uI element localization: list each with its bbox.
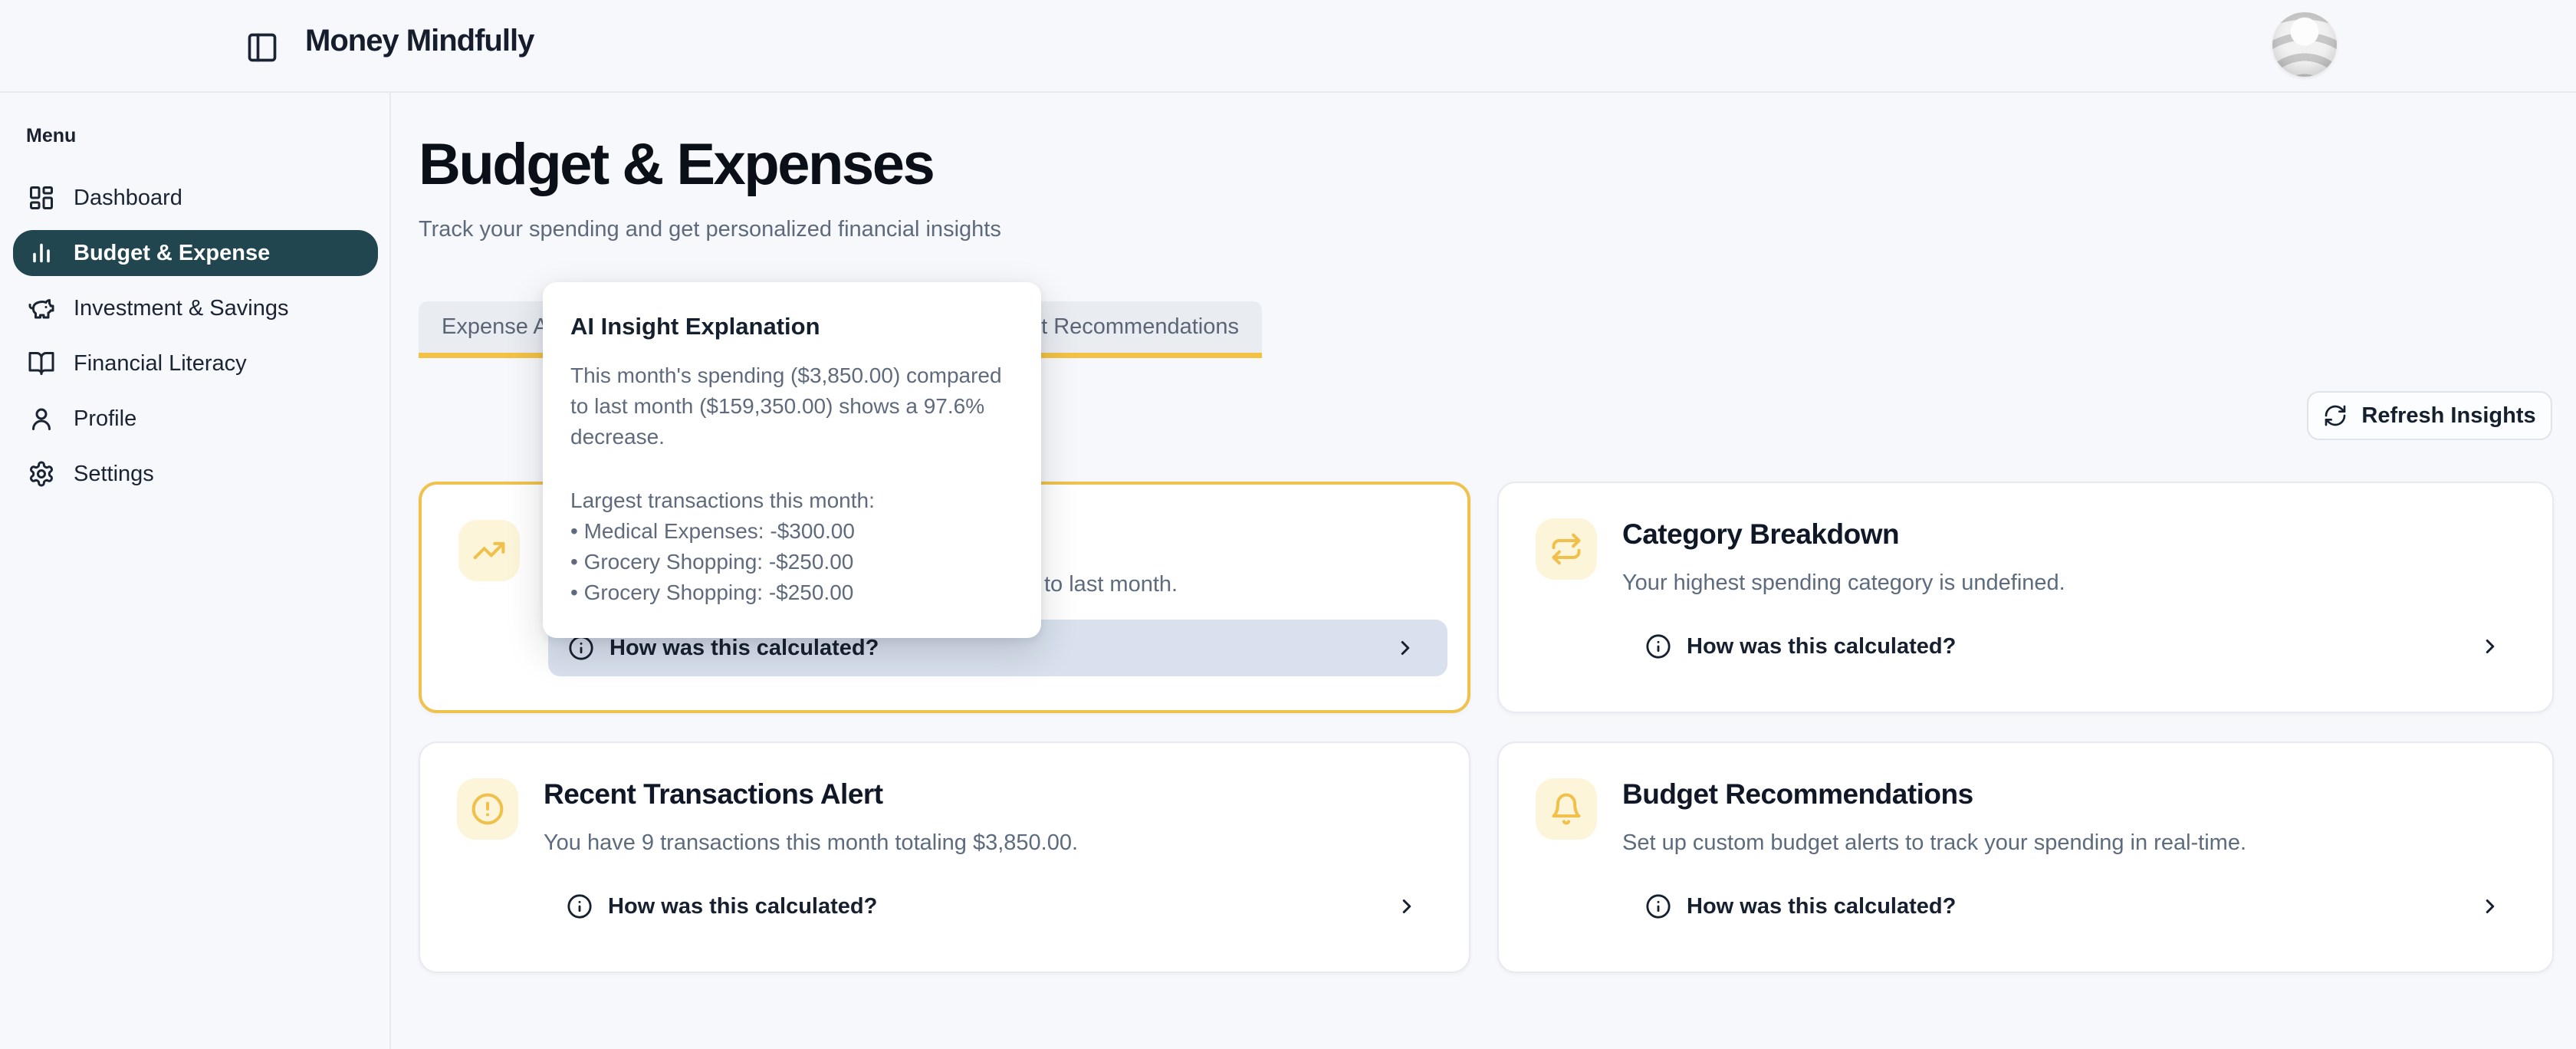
tooltip-bullet: • Grocery Shopping: -$250.00	[570, 547, 1014, 577]
card-title: Category Breakdown	[1622, 518, 1899, 551]
sidebar-toggle-button[interactable]	[245, 31, 279, 64]
chevron-right-icon	[1394, 636, 1417, 659]
card-icon-tile	[1536, 518, 1597, 580]
sidebar-item-financial-literacy[interactable]: Financial Literacy	[13, 340, 378, 386]
panel-left-icon	[245, 31, 279, 64]
how-calculated-label: How was this calculated?	[608, 894, 877, 919]
card-title: Recent Transactions Alert	[544, 778, 883, 811]
sidebar-item-label: Profile	[74, 406, 136, 432]
dashboard-grid-icon	[28, 184, 55, 212]
chevron-right-icon	[2479, 635, 2502, 658]
repeat-icon	[1549, 532, 1583, 566]
refresh-icon	[2323, 403, 2348, 428]
sidebar-item-label: Dashboard	[74, 186, 182, 211]
app-title: Money Mindfully	[305, 24, 534, 58]
card-text: Set up custom budget alerts to track you…	[1622, 830, 2246, 856]
chevron-right-icon	[1395, 895, 1418, 918]
how-calculated-label: How was this calculated?	[610, 636, 879, 661]
how-calculated-label: How was this calculated?	[1687, 894, 1956, 919]
open-book-icon	[28, 350, 55, 377]
card-text: Your highest spending category is undefi…	[1622, 571, 2065, 596]
refresh-insights-button[interactable]: Refresh Insights	[2307, 391, 2552, 440]
tooltip-title: AI Insight Explanation	[570, 313, 1014, 340]
card-icon-tile	[1536, 778, 1597, 840]
how-calculated-link[interactable]: How was this calculated?	[547, 878, 1449, 935]
how-calculated-link[interactable]: How was this calculated?	[1625, 878, 2532, 935]
tooltip-paragraph: This month's spending ($3,850.00) compar…	[570, 360, 1014, 452]
sidebar-item-investment-savings[interactable]: Investment & Savings	[13, 285, 378, 331]
refresh-insights-label: Refresh Insights	[2361, 403, 2535, 429]
piggy-bank-icon	[28, 294, 55, 322]
sidebar-item-dashboard[interactable]: Dashboard	[13, 175, 378, 221]
how-calculated-link[interactable]: How was this calculated?	[1625, 618, 2532, 675]
chevron-right-icon	[2479, 895, 2502, 918]
sidebar-item-profile[interactable]: Profile	[13, 396, 378, 442]
main-content: Budget & Expenses Track your spending an…	[391, 93, 2576, 1049]
how-calculated-label: How was this calculated?	[1687, 634, 1956, 659]
info-icon	[1645, 633, 1671, 659]
bell-icon	[1549, 792, 1583, 826]
info-icon	[567, 893, 593, 919]
card-icon-tile	[457, 778, 518, 840]
card-recent-transactions-alert: Recent Transactions Alert You have 9 tra…	[419, 742, 1470, 973]
page-subtitle: Track your spending and get personalized…	[419, 217, 1001, 242]
sidebar-item-label: Budget & Expense	[74, 241, 270, 266]
page-title: Budget & Expenses	[419, 131, 933, 198]
sidebar-item-settings[interactable]: Settings	[13, 451, 378, 497]
sidebar-item-budget-expense[interactable]: Budget & Expense	[13, 230, 378, 276]
trending-up-icon	[472, 534, 506, 567]
bar-chart-icon	[28, 239, 55, 267]
info-icon	[1645, 893, 1671, 919]
tooltip-bullet: • Medical Expenses: -$300.00	[570, 516, 1014, 547]
sidebar-item-label: Financial Literacy	[74, 351, 247, 377]
sidebar-nav: Dashboard Budget & Expense Investment & …	[0, 175, 389, 497]
card-title: Budget Recommendations	[1622, 778, 1973, 811]
tooltip-bullet: • Grocery Shopping: -$250.00	[570, 577, 1014, 608]
gear-icon	[28, 460, 55, 488]
card-icon-tile	[458, 520, 520, 581]
user-avatar[interactable]	[2272, 12, 2337, 77]
sidebar-item-label: Investment & Savings	[74, 296, 288, 321]
card-category-breakdown: Category Breakdown Your highest spending…	[1497, 482, 2554, 713]
user-icon	[28, 405, 55, 432]
tooltip-list-intro: Largest transactions this month:	[570, 485, 1014, 516]
card-budget-recommendations: Budget Recommendations Set up custom bud…	[1497, 742, 2554, 973]
top-header: Money Mindfully	[0, 0, 2576, 93]
sidebar-item-label: Settings	[74, 462, 154, 487]
sidebar: Menu Dashboard Budget & Expense Investme…	[0, 93, 391, 1049]
menu-section-label: Menu	[26, 125, 389, 147]
info-icon	[568, 635, 594, 661]
ai-insight-tooltip: AI Insight Explanation This month's spen…	[543, 282, 1041, 638]
card-text-fragment: to last month.	[1044, 572, 1178, 597]
alert-circle-icon	[471, 792, 504, 826]
card-text: You have 9 transactions this month total…	[544, 830, 1078, 856]
